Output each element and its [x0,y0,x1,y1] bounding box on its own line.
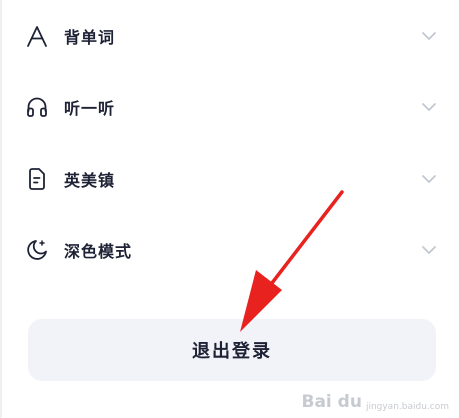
chevron-down-icon [420,241,438,259]
watermark-logo: Bai du [301,392,362,412]
logout-button[interactable]: 退出登录 [28,319,436,381]
menu-item-label: 深色模式 [64,242,133,261]
menu-item-town[interactable]: 英美镇 [24,155,440,203]
menu-item-listening[interactable]: 听一听 [24,83,440,131]
headphones-icon [24,94,50,120]
menu-item-label: 背单词 [64,28,116,47]
menu-item-dark-mode[interactable]: 深色模式 [24,226,440,274]
logout-button-label: 退出登录 [192,341,272,362]
watermark-url: jingyan.baidu.com [365,402,449,412]
chevron-down-icon [420,170,438,188]
letter-a-icon [24,23,50,49]
chevron-down-icon [420,98,438,116]
menu-item-vocabulary[interactable]: 背单词 [24,12,440,60]
watermark: Bai du jingyan.baidu.com [301,392,449,412]
settings-page: 背单词 听一听 英美镇 深色模式 退出登录 [0,0,459,418]
chevron-down-icon [420,27,438,45]
moon-icon [24,237,50,263]
menu-item-label: 听一听 [64,99,116,118]
document-icon [24,166,50,192]
menu-item-label: 英美镇 [64,171,116,190]
